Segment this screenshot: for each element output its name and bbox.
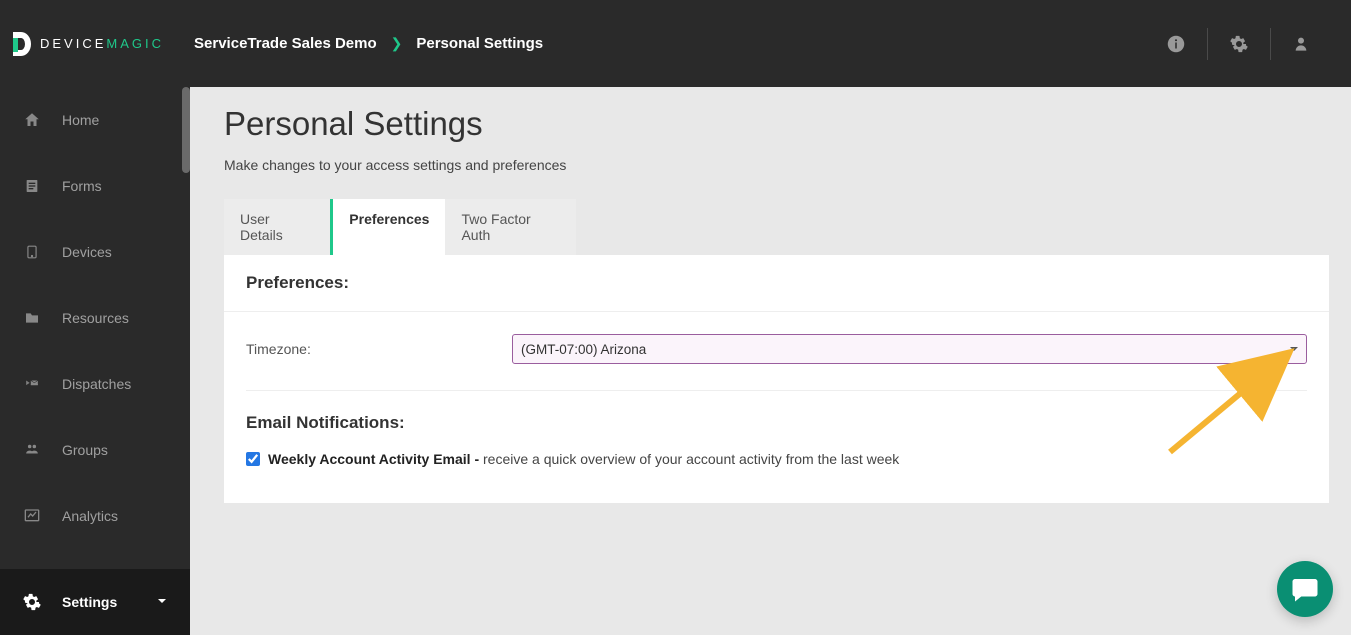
sidebar-item-label: Resources	[62, 310, 129, 326]
tab-two-factor-auth[interactable]: Two Factor Auth	[445, 199, 576, 255]
sidebar-item-resources[interactable]: Resources	[0, 285, 190, 351]
gear-icon[interactable]	[1208, 28, 1270, 60]
sidebar-item-forms[interactable]: Forms	[0, 153, 190, 219]
home-icon	[22, 111, 42, 129]
page-subtitle: Make changes to your access settings and…	[224, 157, 1329, 173]
breadcrumb-page: Personal Settings	[416, 35, 543, 52]
analytics-icon	[22, 508, 42, 524]
sidebar-item-label: Devices	[62, 244, 112, 260]
breadcrumb-org[interactable]: ServiceTrade Sales Demo	[194, 35, 377, 52]
main-content: Personal Settings Make changes to your a…	[190, 87, 1351, 635]
chevron-down-icon	[156, 594, 168, 610]
timezone-field-row: Timezone: (GMT-07:00) Arizona	[246, 334, 1307, 391]
chat-icon	[1290, 574, 1320, 604]
sidebar-item-home[interactable]: Home	[0, 87, 190, 153]
weekly-email-checkbox[interactable]	[246, 452, 260, 466]
sidebar-item-devices[interactable]: Devices	[0, 219, 190, 285]
chevron-right-icon: ❯	[391, 35, 403, 52]
timezone-label: Timezone:	[246, 341, 512, 357]
brand-logo[interactable]: DEVICEMAGIC	[10, 30, 164, 58]
sidebar-item-analytics[interactable]: Analytics	[0, 483, 190, 549]
tab-preferences[interactable]: Preferences	[330, 199, 445, 255]
sidebar-scrollbar[interactable]	[182, 87, 190, 173]
sidebar-item-label: Forms	[62, 178, 102, 194]
section-divider	[224, 311, 1329, 312]
dispatches-icon	[22, 377, 42, 391]
sidebar-item-label: Dispatches	[62, 376, 131, 392]
header-actions	[1145, 28, 1331, 60]
devices-icon	[22, 242, 42, 262]
logo-mark-icon	[10, 30, 32, 58]
email-notifications-section-title: Email Notifications:	[246, 413, 1307, 433]
main-layout: Home Forms Devices Resources Dispatches …	[0, 87, 1351, 635]
chat-widget-button[interactable]	[1277, 561, 1333, 617]
weekly-email-row: Weekly Account Activity Email - receive …	[246, 451, 1307, 467]
sidebar-item-label: Settings	[62, 594, 117, 610]
sidebar-item-label: Groups	[62, 442, 108, 458]
timezone-select[interactable]: (GMT-07:00) Arizona	[512, 334, 1307, 364]
forms-icon	[22, 177, 42, 195]
page-title: Personal Settings	[224, 105, 1329, 143]
sidebar-item-label: Home	[62, 112, 99, 128]
breadcrumb: ServiceTrade Sales Demo ❯ Personal Setti…	[194, 35, 543, 52]
tabs: User Details Preferences Two Factor Auth	[224, 199, 576, 255]
sidebar-item-label: Analytics	[62, 508, 118, 524]
tab-user-details[interactable]: User Details	[224, 199, 330, 255]
preferences-panel: Preferences: Timezone: (GMT-07:00) Arizo…	[224, 255, 1329, 503]
groups-icon	[22, 443, 42, 457]
info-icon[interactable]	[1145, 28, 1207, 60]
top-header: DEVICEMAGIC ServiceTrade Sales Demo ❯ Pe…	[0, 0, 1351, 87]
sidebar-item-dispatches[interactable]: Dispatches	[0, 351, 190, 417]
preferences-section-title: Preferences:	[246, 273, 1307, 293]
sidebar-item-groups[interactable]: Groups	[0, 417, 190, 483]
brand-text: DEVICEMAGIC	[40, 36, 164, 51]
folder-icon	[22, 310, 42, 326]
sidebar: Home Forms Devices Resources Dispatches …	[0, 87, 190, 635]
gear-icon	[22, 593, 42, 611]
sidebar-item-settings[interactable]: Settings	[0, 569, 190, 635]
weekly-email-label: Weekly Account Activity Email - receive …	[268, 451, 899, 467]
user-icon[interactable]	[1271, 28, 1331, 60]
